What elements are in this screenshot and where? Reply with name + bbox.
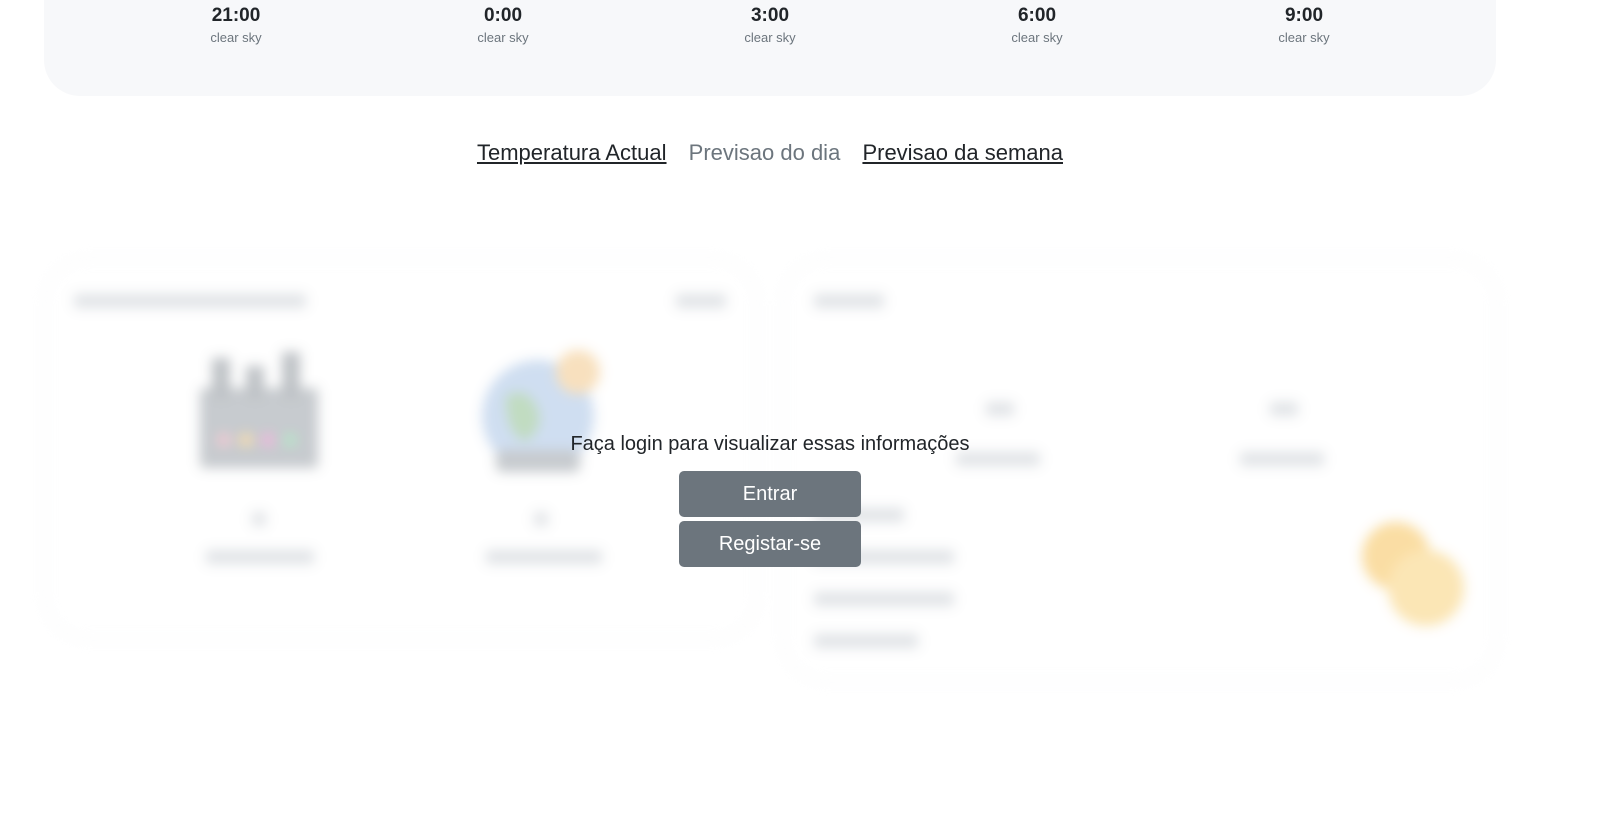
blurred-title bbox=[74, 294, 306, 308]
blurred-value bbox=[986, 402, 1014, 416]
login-overlay: Faça login para visualizar essas informa… bbox=[0, 428, 1540, 567]
blurred-label bbox=[814, 634, 918, 648]
register-button[interactable]: Registar-se bbox=[679, 521, 861, 567]
blurred-label bbox=[814, 592, 954, 606]
blurred-value bbox=[1270, 402, 1298, 416]
blurred-label bbox=[676, 294, 726, 308]
blurred-content bbox=[0, 0, 1608, 838]
page: 21:00 clear sky 0:00 clear sky 3:00 clea… bbox=[0, 0, 1608, 838]
login-button[interactable]: Entrar bbox=[679, 471, 861, 517]
blurred-title bbox=[814, 294, 884, 308]
login-required-message: Faça login para visualizar essas informa… bbox=[570, 433, 970, 455]
